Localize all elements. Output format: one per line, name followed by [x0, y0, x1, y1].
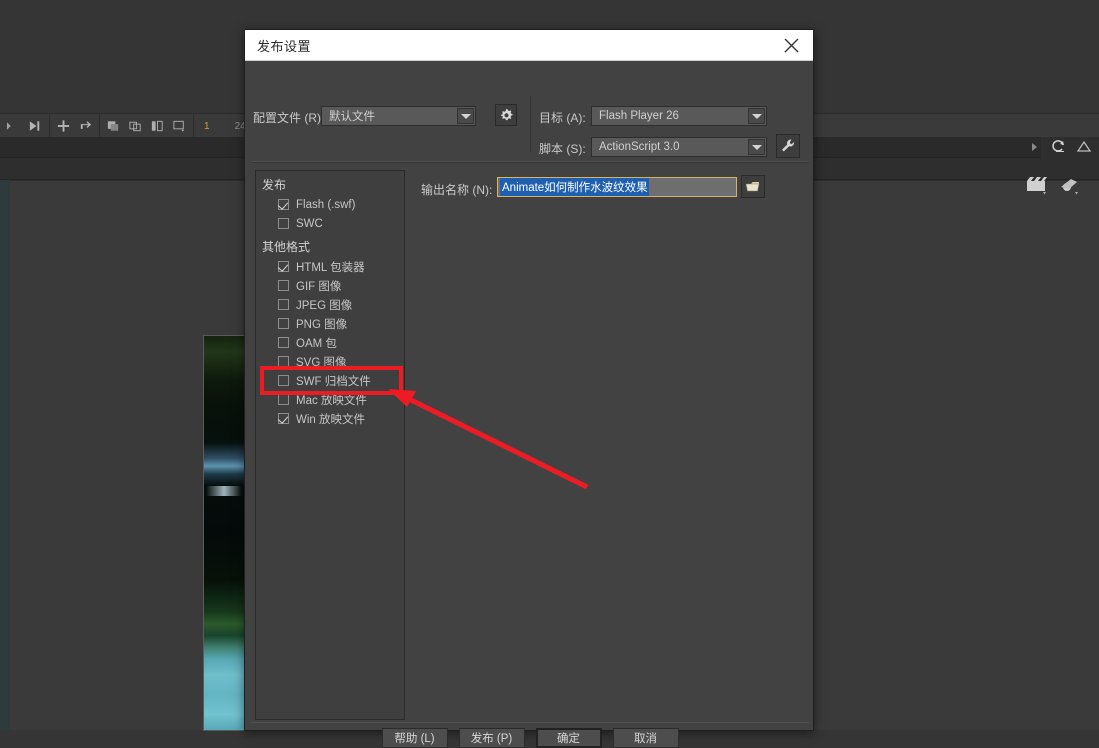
- onion-skin-group: [100, 114, 194, 138]
- format-item-label: OAM 包: [296, 335, 337, 351]
- onion-skin-icon[interactable]: [106, 119, 121, 133]
- script-value: ActionScript 3.0: [592, 141, 680, 153]
- format-item-label: GIF 图像: [296, 278, 341, 294]
- format-item-mac-projector[interactable]: Mac 放映文件: [256, 390, 404, 409]
- chevron-down-icon[interactable]: [457, 108, 474, 124]
- checkbox-icon[interactable]: [278, 356, 289, 367]
- checkbox-icon[interactable]: [278, 299, 289, 310]
- format-item-jpeg[interactable]: JPEG 图像: [256, 295, 404, 314]
- format-item-label: Mac 放映文件: [296, 392, 367, 408]
- profile-label: 配置文件 (R):: [253, 109, 324, 126]
- onion-skin-toggle-icon[interactable]: [1075, 139, 1093, 155]
- format-item-png[interactable]: PNG 图像: [256, 314, 404, 333]
- format-item-label: HTML 包装器: [296, 259, 365, 275]
- wrench-icon[interactable]: [776, 134, 800, 158]
- gear-icon[interactable]: [495, 104, 517, 126]
- format-item-html-wrapper[interactable]: HTML 包装器: [256, 257, 404, 276]
- cancel-button[interactable]: 取消: [613, 728, 679, 748]
- chevron-down-icon[interactable]: [748, 108, 765, 124]
- chevron-down-icon[interactable]: [748, 139, 765, 155]
- help-button[interactable]: 帮助 (L): [382, 728, 448, 748]
- target-value: Flash Player 26: [592, 110, 679, 122]
- output-name-label: 输出名称 (N):: [421, 181, 492, 198]
- onion-skin-outlines-icon[interactable]: [128, 119, 143, 133]
- stage-photo[interactable]: [204, 336, 244, 730]
- loop-icon[interactable]: [78, 119, 93, 133]
- format-item-flash-swf[interactable]: Flash (.swf): [256, 195, 404, 214]
- modify-onion-markers-icon[interactable]: [172, 119, 187, 133]
- goto-end-icon[interactable]: [28, 119, 43, 133]
- format-item-label: Flash (.swf): [296, 199, 355, 211]
- checkbox-checked-icon[interactable]: [278, 261, 289, 272]
- format-item-label: SVG 图像: [296, 354, 346, 370]
- checkbox-icon[interactable]: [278, 394, 289, 405]
- edit-multiple-frames-icon[interactable]: [150, 119, 165, 133]
- frame-tools-group: [50, 114, 100, 138]
- checkbox-icon[interactable]: [278, 337, 289, 348]
- dialog-title: 发布设置: [245, 36, 311, 55]
- format-item-label: JPEG 图像: [296, 297, 352, 313]
- publish-settings-dialog: 发布设置 配置文件 (R): 默认文件 目标 (A): Flash Player…: [244, 29, 814, 731]
- format-item-label: PNG 图像: [296, 316, 347, 332]
- format-item-swc[interactable]: SWC: [256, 214, 404, 233]
- dialog-title-bar: 发布设置: [245, 30, 813, 61]
- folder-icon[interactable]: [741, 175, 765, 198]
- dialog-footer-divider: [251, 722, 809, 723]
- format-group-title: 其他格式: [256, 233, 404, 257]
- camera-icon: [1061, 179, 1078, 195]
- checkbox-icon[interactable]: [278, 218, 289, 229]
- target-label: 目标 (A):: [539, 109, 586, 126]
- format-item-swf-archive[interactable]: SWF 归档文件: [256, 371, 404, 390]
- current-frame-number: 1: [200, 121, 220, 132]
- script-select[interactable]: ActionScript 3.0: [591, 137, 767, 157]
- script-label: 脚本 (S):: [539, 140, 586, 157]
- format-item-label: SWC: [296, 218, 323, 230]
- options-divider: [530, 96, 531, 152]
- publish-button[interactable]: 发布 (P): [459, 728, 525, 748]
- stage-bottom-right-icons: [1021, 174, 1091, 196]
- playback-group: [0, 114, 50, 138]
- format-item-label: SWF 归档文件: [296, 373, 371, 389]
- format-group-title: 发布: [256, 171, 404, 195]
- checkbox-icon[interactable]: [278, 318, 289, 329]
- scene-icon: [1027, 177, 1047, 195]
- dialog-button-row: 帮助 (L) 发布 (P) 确定 取消: [245, 728, 815, 748]
- profile-select[interactable]: 默认文件: [321, 106, 476, 126]
- target-select[interactable]: Flash Player 26: [591, 106, 767, 126]
- photo-water-highlight: [206, 486, 242, 496]
- profile-value: 默认文件: [322, 108, 375, 124]
- format-item-svg[interactable]: SVG 图像: [256, 352, 404, 371]
- stage-left-rail: [0, 180, 10, 730]
- play-arrow-icon[interactable]: [6, 119, 21, 133]
- dialog-header-divider-shadow: [251, 162, 809, 163]
- ok-button[interactable]: 确定: [536, 728, 602, 748]
- checkbox-checked-icon[interactable]: [278, 413, 289, 424]
- checkbox-checked-icon[interactable]: [278, 199, 289, 210]
- close-icon[interactable]: [769, 30, 813, 60]
- format-list-panel: 发布 Flash (.swf) SWC 其他格式 HTML 包装器 GIF 图像…: [255, 170, 405, 720]
- output-name-input[interactable]: Animate如何制作水波纹效果: [497, 177, 737, 197]
- checkbox-icon[interactable]: [278, 280, 289, 291]
- checkbox-icon[interactable]: [278, 375, 289, 386]
- format-item-gif[interactable]: GIF 图像: [256, 276, 404, 295]
- center-frame-icon[interactable]: [56, 119, 71, 133]
- format-item-win-projector[interactable]: Win 放映文件: [256, 409, 404, 428]
- loop-playback-icon[interactable]: [1051, 139, 1069, 155]
- scroll-right-arrow-icon[interactable]: [1032, 143, 1037, 151]
- format-item-oam[interactable]: OAM 包: [256, 333, 404, 352]
- format-item-label: Win 放映文件: [296, 411, 365, 427]
- output-name-value: Animate如何制作水波纹效果: [500, 178, 649, 197]
